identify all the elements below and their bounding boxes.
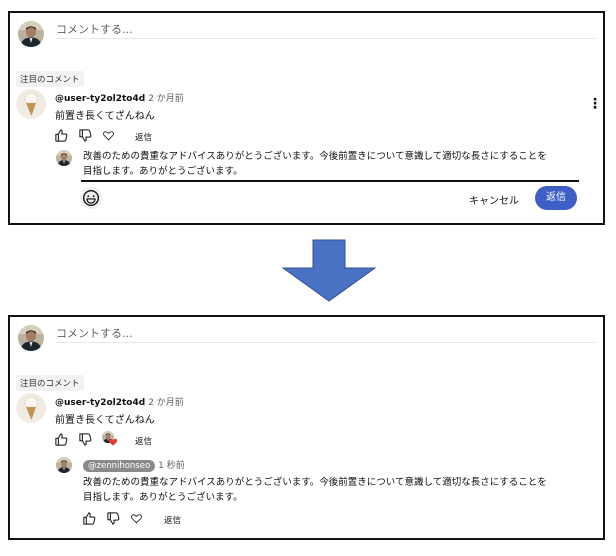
reply-draft-line2[interactable]: 目指します。ありがとうございます。 (83, 164, 243, 179)
reply-input-underline (81, 180, 579, 182)
comment-input[interactable]: コメントする... (56, 325, 133, 341)
comment-author[interactable]: @user-ty2ol2to4d (55, 94, 145, 104)
reply-text-line1: 改善のための貴重なアドバイスありがとうございます。今後前置きについて意識して適切… (83, 477, 547, 488)
heart-icon (108, 438, 118, 446)
comment-panel-after: コメントする... 注目のコメント @user-ty2ol2to4d 2 か月前 … (8, 315, 605, 540)
kebab-menu-icon[interactable]: ⋮ (588, 97, 602, 111)
comment-author-line: @user-ty2ol2to4d 2 か月前 (55, 91, 184, 104)
comment-time[interactable]: 2 か月前 (148, 398, 184, 408)
thumb-up-icon[interactable] (54, 432, 69, 447)
heart-icon[interactable] (130, 512, 143, 525)
heart-icon[interactable] (102, 129, 115, 142)
emoji-icon (80, 187, 102, 209)
reply-button[interactable]: 返信 (164, 514, 181, 526)
submit-reply-button[interactable]: 返信 (535, 186, 577, 210)
reply-author-line: @zennihonseo 1 秒前 (83, 458, 185, 472)
creator-heart[interactable] (102, 431, 118, 447)
reply-text-line2: 目指します。ありがとうございます。 (83, 492, 243, 503)
comment-input-underline (56, 38, 596, 39)
cancel-button[interactable]: キャンセル (469, 192, 519, 207)
comment-text: 前置き長くてざんねん (55, 415, 155, 426)
user-avatar (18, 21, 44, 47)
comment-text: 前置き長くてざんねん (55, 111, 155, 122)
reply-author-badge[interactable]: @zennihonseo (83, 460, 156, 472)
reply-draft-line1[interactable]: 改善のための貴重なアドバイスありがとうございます。今後前置きについて意識して適切… (83, 149, 547, 164)
comment-input[interactable]: コメントする... (56, 21, 133, 37)
thumb-down-icon[interactable] (78, 128, 93, 143)
replier-avatar[interactable] (56, 457, 72, 473)
comment-time[interactable]: 2 か月前 (148, 94, 184, 104)
thumb-down-icon[interactable] (78, 432, 93, 447)
featured-comment-label: 注目のコメント (16, 375, 84, 391)
reply-button[interactable]: 返信 (135, 131, 152, 143)
comment-panel-before: コメントする... 注目のコメント @user-ty2ol2to4d 2 か月前 … (8, 11, 605, 225)
replier-avatar (56, 150, 72, 166)
commenter-avatar[interactable] (16, 89, 46, 119)
thumb-down-icon[interactable] (106, 511, 121, 526)
emoji-button[interactable] (80, 187, 102, 209)
user-avatar (18, 325, 44, 351)
comment-author-line: @user-ty2ol2to4d 2 か月前 (55, 395, 184, 408)
thumb-up-icon[interactable] (82, 511, 97, 526)
comment-author[interactable]: @user-ty2ol2to4d (55, 398, 145, 408)
reply-time[interactable]: 1 秒前 (158, 461, 185, 471)
featured-comment-label: 注目のコメント (16, 71, 84, 87)
comment-input-underline (56, 342, 596, 343)
thumb-up-icon[interactable] (54, 128, 69, 143)
commenter-avatar[interactable] (16, 393, 46, 423)
reply-button[interactable]: 返信 (135, 435, 152, 447)
